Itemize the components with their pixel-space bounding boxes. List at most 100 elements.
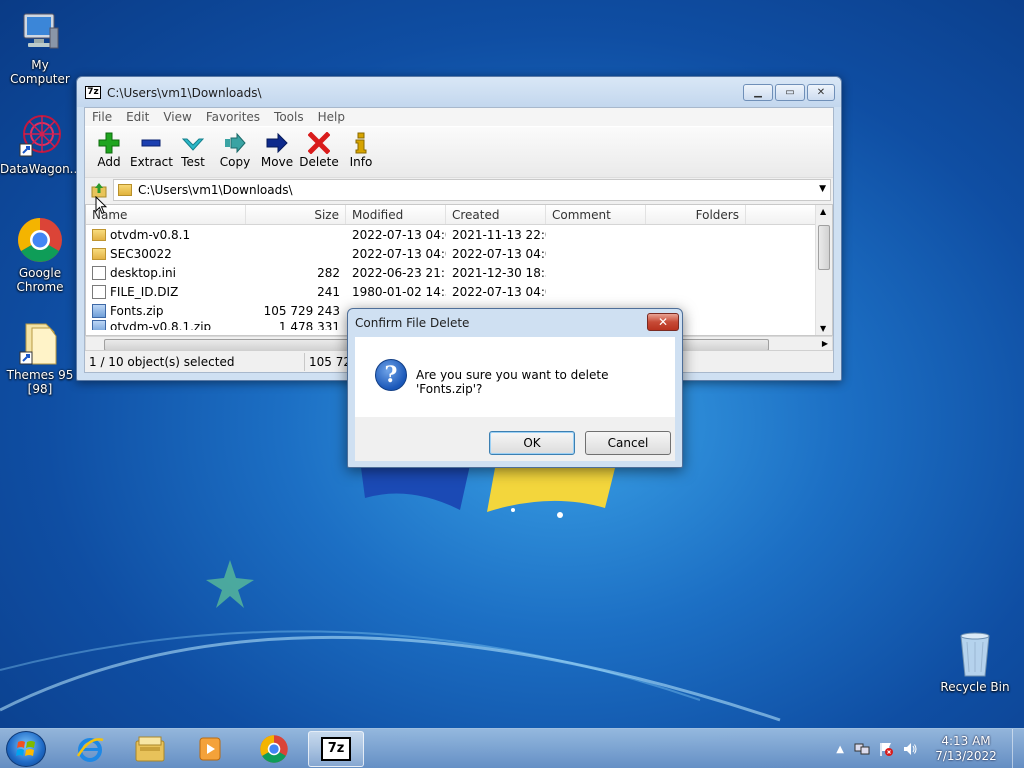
- maximize-button[interactable]: ▭: [775, 84, 805, 101]
- test-label: Test: [181, 155, 205, 169]
- menu-tools[interactable]: Tools: [267, 108, 311, 126]
- move-arrow-icon: [256, 131, 298, 155]
- close-button[interactable]: ✕: [807, 84, 835, 101]
- info-icon: [340, 131, 382, 155]
- taskbar-7zip[interactable]: 7z: [308, 731, 364, 767]
- test-button[interactable]: Test: [172, 127, 214, 177]
- desktop-icon-recycle-bin[interactable]: Recycle Bin: [935, 630, 1015, 694]
- menu-favorites[interactable]: Favorites: [199, 108, 267, 126]
- cancel-button[interactable]: Cancel: [585, 431, 671, 455]
- extract-button[interactable]: Extract: [130, 127, 173, 177]
- extract-label: Extract: [130, 155, 173, 169]
- delete-button[interactable]: Delete: [298, 127, 340, 177]
- desktop-icon-label: Recycle Bin: [940, 680, 1010, 694]
- taskbar-internet-explorer[interactable]: [62, 731, 118, 767]
- copy-arrow-icon: [214, 131, 256, 155]
- start-button[interactable]: [6, 731, 46, 767]
- minimize-button[interactable]: ▁: [743, 84, 773, 101]
- scroll-right-icon[interactable]: ▶: [822, 339, 828, 348]
- chevron-down-icon[interactable]: ▼: [819, 184, 826, 194]
- column-modified[interactable]: Modified: [346, 205, 446, 224]
- desktop-icon-label: DataWagon...: [0, 162, 82, 176]
- taskbar-chrome[interactable]: [246, 731, 302, 767]
- file-modified: 2022-06-23 21:10: [352, 265, 446, 280]
- table-row[interactable]: otvdm-v0.8.1 2022-07-13 04:02 2021-11-13…: [86, 225, 832, 244]
- settings-file-icon: [92, 265, 106, 280]
- show-hidden-icons-icon[interactable]: ▲: [836, 744, 844, 755]
- datawagon-icon: [16, 112, 64, 160]
- windows-logo-icon: [16, 741, 35, 756]
- column-size[interactable]: Size: [246, 205, 346, 224]
- system-tray: ▲ 4:13 AM 7/13/2022: [836, 729, 1024, 768]
- file-name: FILE_ID.DIZ: [110, 284, 179, 299]
- file-created: 2022-07-13 04:04: [452, 246, 546, 261]
- info-label: Info: [349, 155, 373, 169]
- table-row[interactable]: FILE_ID.DIZ 241 1980-01-02 14:50 2022-07…: [86, 282, 832, 301]
- desktop-icon-label: Themes 95 [98]: [6, 368, 74, 396]
- move-button[interactable]: Move: [256, 127, 298, 177]
- file-list-header: Name Size Modified Created Comment Folde…: [86, 205, 832, 225]
- wallpaper-swoosh: [0, 560, 781, 722]
- check-icon: [172, 131, 214, 155]
- taskbar-media-player[interactable]: [182, 731, 238, 767]
- file-created: 2021-11-13 22:08: [452, 227, 546, 242]
- column-comment[interactable]: Comment: [546, 205, 646, 224]
- chrome-icon: [260, 735, 288, 763]
- info-button[interactable]: Info: [340, 127, 382, 177]
- file-size: 241: [317, 284, 340, 299]
- show-desktop-button[interactable]: [1012, 729, 1024, 768]
- clock-date: 7/13/2022: [935, 749, 997, 763]
- vertical-scrollbar[interactable]: ▲ ▼: [815, 205, 832, 335]
- add-button[interactable]: Add: [88, 127, 130, 177]
- window-titlebar[interactable]: 7z C:\Users\vm1\Downloads\ ▁ ▭ ✕: [77, 77, 841, 107]
- column-created[interactable]: Created: [446, 205, 546, 224]
- scrollbar-thumb[interactable]: [818, 225, 830, 270]
- plus-icon: [88, 131, 130, 155]
- zip-file-icon: [92, 303, 106, 318]
- desktop: My Computer DataWagon... Google Chrome T…: [0, 0, 1024, 768]
- question-icon: ?: [375, 359, 407, 391]
- file-created: 2022-07-13 04:01: [452, 284, 546, 299]
- dialog-titlebar[interactable]: Confirm File Delete ✕: [348, 309, 682, 337]
- desktop-icon-google-chrome[interactable]: Google Chrome: [0, 216, 80, 294]
- menu-edit[interactable]: Edit: [119, 108, 156, 126]
- folder-icon: [92, 228, 106, 241]
- mouse-cursor-icon: [95, 196, 107, 215]
- desktop-icon-themes-95[interactable]: Themes 95 [98]: [0, 318, 80, 396]
- menu-help[interactable]: Help: [311, 108, 352, 126]
- desktop-icon-my-computer[interactable]: My Computer: [0, 8, 80, 86]
- clock[interactable]: 4:13 AM 7/13/2022: [926, 734, 1006, 764]
- dialog-message: Are you sure you want to delete 'Fonts.z…: [416, 368, 609, 396]
- toolbar: Add Extract Test Copy Move Delete Info: [85, 126, 833, 178]
- 7zip-icon: 7z: [85, 86, 101, 99]
- clock-time: 4:13 AM: [941, 734, 991, 748]
- window-title: C:\Users\vm1\Downloads\: [107, 86, 262, 100]
- confirm-delete-dialog: Confirm File Delete ✕ ? Are you sure you…: [347, 308, 683, 468]
- copy-label: Copy: [219, 155, 251, 169]
- action-center-flag-icon[interactable]: [878, 741, 894, 757]
- file-modified: 2022-07-13 04:02: [352, 227, 446, 242]
- table-row[interactable]: desktop.ini 282 2022-06-23 21:10 2021-12…: [86, 263, 832, 282]
- table-row[interactable]: SEC30022 2022-07-13 04:04 2022-07-13 04:…: [86, 244, 832, 263]
- ok-button[interactable]: OK: [489, 431, 575, 455]
- network-icon[interactable]: [854, 741, 870, 757]
- scroll-up-icon[interactable]: ▲: [820, 207, 826, 216]
- folder-icon: [92, 247, 106, 260]
- taskbar-file-explorer[interactable]: [122, 731, 178, 767]
- file-name: SEC30022: [110, 246, 172, 261]
- scroll-down-icon[interactable]: ▼: [820, 324, 826, 333]
- copy-button[interactable]: Copy: [214, 127, 256, 177]
- column-folders[interactable]: Folders: [646, 205, 746, 224]
- file-name: desktop.ini: [110, 265, 176, 280]
- volume-icon[interactable]: [902, 741, 918, 757]
- computer-icon: [16, 8, 64, 56]
- column-name[interactable]: Name: [86, 205, 246, 224]
- desktop-icon-datawagon[interactable]: DataWagon...: [0, 112, 82, 176]
- dialog-close-button[interactable]: ✕: [647, 313, 679, 331]
- menu-view[interactable]: View: [156, 108, 198, 126]
- file-explorer-icon: [135, 736, 165, 762]
- x-icon: [298, 131, 340, 155]
- menu-file[interactable]: File: [85, 108, 119, 126]
- address-field[interactable]: C:\Users\vm1\Downloads\ ▼: [113, 179, 831, 201]
- internet-explorer-icon: [76, 738, 104, 762]
